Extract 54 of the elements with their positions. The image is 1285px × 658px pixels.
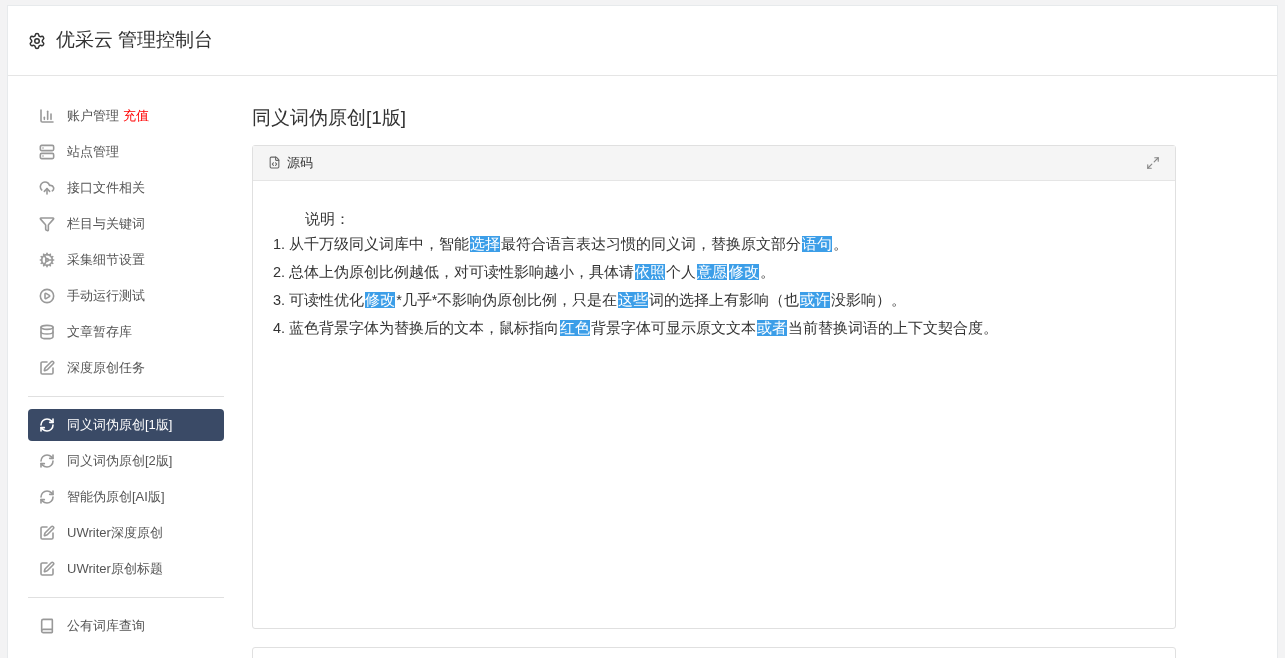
sidebar-label: 文章暂存库 xyxy=(67,323,132,342)
edit-icon xyxy=(39,525,55,541)
sidebar-item[interactable]: 采集细节设置 xyxy=(28,244,224,276)
sidebar-label: 公有词库查询 xyxy=(67,617,145,636)
instruction-line: 1. 从千万级同义词库中，智能选择最符合语言表达习惯的同义词，替换原文部分语句。 xyxy=(273,234,849,254)
sidebar-item[interactable]: 深度原创任务 xyxy=(28,352,224,384)
sidebar-item[interactable]: 栏目与关键词 xyxy=(28,208,224,240)
edit-icon xyxy=(39,561,55,577)
fullscreen-icon[interactable] xyxy=(1146,155,1160,170)
sidebar-item[interactable]: UWriter原创标题 xyxy=(28,553,224,585)
instruction-line: 4. 蓝色背景字体为替换后的文本，鼠标指向 红色背景字体可显示原文文本或者当前替换词语的上下文契合度。 xyxy=(273,318,999,338)
console-title: 优采云 管理控制台 xyxy=(56,28,214,53)
intro-text: 说明： xyxy=(304,209,351,229)
sidebar-label: 采集细节设置 xyxy=(67,251,145,270)
sidebar-item[interactable]: 接口文件相关 xyxy=(28,172,224,204)
sidebar-label: 账户管理 xyxy=(67,107,119,126)
database-icon xyxy=(39,324,55,340)
recharge-link[interactable]: 充值 xyxy=(123,106,149,126)
cloud-upload-icon xyxy=(39,180,55,196)
sidebar-item[interactable]: 智能伪原创[AI版] xyxy=(28,481,224,513)
instruction-line: 3. 可读性优化修改*几乎*不影响伪原创比例，只是在这些词的选择上有影响（也或许没影响）。 xyxy=(273,290,907,310)
sidebar-label: 同义词伪原创[1版] xyxy=(67,416,173,435)
panel-title: 源码 xyxy=(287,153,313,172)
gears-icon xyxy=(39,252,55,268)
sidebar-label: UWriter原创标题 xyxy=(67,560,163,579)
sidebar-item[interactable]: 站点管理 xyxy=(28,136,224,168)
code-file-icon xyxy=(268,156,281,169)
page-heading: 同义词伪原创[1版] xyxy=(252,106,408,130)
sidebar-label: 同义词伪原创[2版] xyxy=(67,452,173,471)
sidebar-label: 手动运行测试 xyxy=(67,287,145,306)
sidebar-item[interactable]: UWriter深度原创 xyxy=(28,517,224,549)
sidebar-item[interactable]: 文章暂存库 xyxy=(28,316,224,348)
book-icon xyxy=(39,618,55,634)
sidebar-label: 深度原创任务 xyxy=(67,359,145,378)
server-icon xyxy=(39,144,55,160)
refresh-icon xyxy=(39,489,55,505)
sidebar-label: 站点管理 xyxy=(67,143,119,162)
sidebar-label: 栏目与关键词 xyxy=(67,215,145,234)
sidebar-label: 接口文件相关 xyxy=(67,179,145,198)
sidebar-item[interactable]: 公有词库查询 xyxy=(28,610,224,642)
sidebar-item[interactable]: 同义词伪原创[2版] xyxy=(28,445,224,477)
edit-icon xyxy=(39,360,55,376)
sidebar-item[interactable]: 手动运行测试 xyxy=(28,280,224,312)
sidebar-item[interactable]: 同义词伪原创[1版] xyxy=(28,409,224,441)
sidebar-label: 智能伪原创[AI版] xyxy=(67,488,165,507)
sidebar-item[interactable]: 账户管理 充值 xyxy=(28,100,224,132)
refresh-icon xyxy=(39,417,55,433)
play-icon xyxy=(39,288,55,304)
instruction-line: 2. 总体上伪原创比例越低，对可读性影响越小，具体请依照个人意愿修改。 xyxy=(273,262,776,282)
bar-chart-icon xyxy=(39,108,55,124)
filter-icon xyxy=(39,216,55,232)
refresh-icon xyxy=(39,453,55,469)
sidebar-label: UWriter深度原创 xyxy=(67,524,163,543)
settings-icon xyxy=(28,31,46,50)
